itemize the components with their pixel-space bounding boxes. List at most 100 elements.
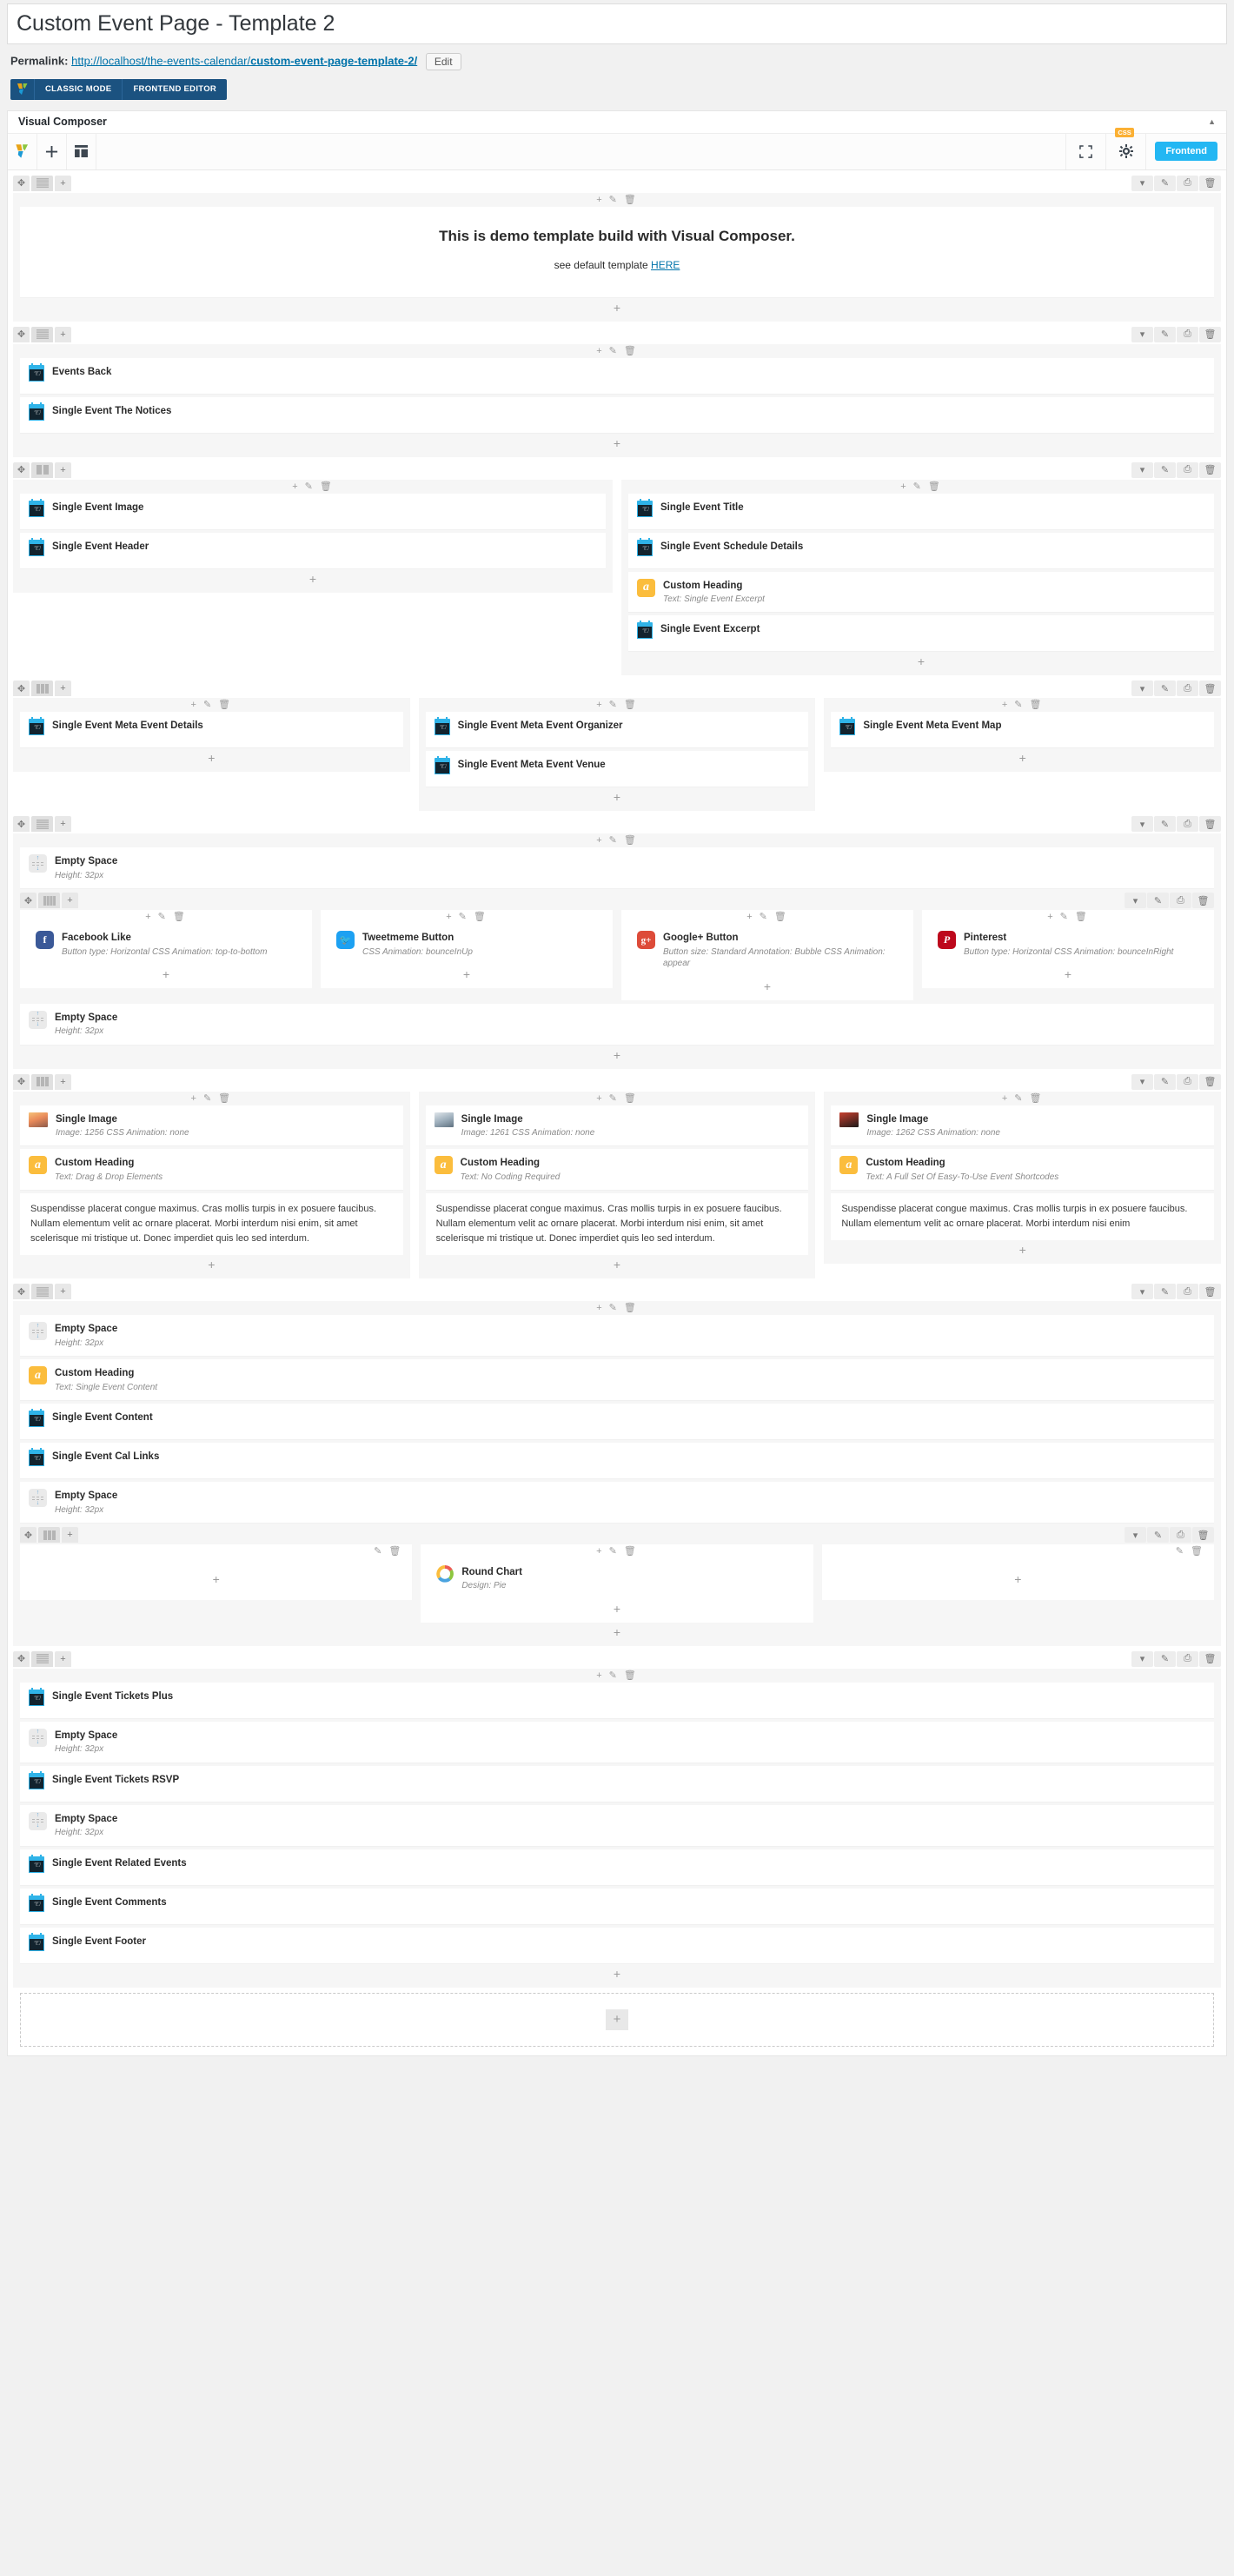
row-move-handle[interactable]: ✥: [13, 681, 30, 697]
column-delete-icon[interactable]: 🗑: [474, 910, 488, 924]
element-row[interactable]: ↑ ↓ Empty Space Height: 32px: [20, 1804, 1214, 1847]
column-edit-icon[interactable]: ✎: [374, 1544, 383, 1558]
element-row[interactable]: P Pinterest Button type: Horizontal CSS …: [929, 924, 1207, 966]
row-add-icon[interactable]: +: [55, 175, 71, 191]
row-layout-icon[interactable]: [31, 461, 53, 478]
column-delete-icon[interactable]: 🗑: [774, 910, 788, 924]
inner-row-delete-icon[interactable]: 🗑: [1192, 1527, 1214, 1544]
column-tools[interactable]: + ✎ 🗑: [831, 698, 1214, 712]
row-delete-icon[interactable]: 🗑: [1199, 1284, 1221, 1300]
element-row[interactable]: ☜ Single Event Meta Event Details: [20, 712, 403, 749]
row-layout-icon[interactable]: [31, 326, 53, 342]
column-delete-icon[interactable]: 🗑: [624, 1301, 638, 1315]
column-delete-icon[interactable]: 🗑: [624, 833, 638, 847]
collapse-panel-icon[interactable]: ▲: [1208, 117, 1216, 126]
row-copy-icon[interactable]: ⎙: [1177, 1284, 1198, 1300]
row-caret-icon[interactable]: ▾: [1131, 1650, 1153, 1667]
column-edit-icon[interactable]: ✎: [1014, 698, 1024, 712]
column-delete-icon[interactable]: 🗑: [624, 193, 638, 207]
element-row[interactable]: ☜ Single Event Excerpt: [628, 615, 1214, 653]
text-block-element[interactable]: Suspendisse placerat congue maximus. Cra…: [425, 1193, 809, 1256]
column-edit-icon[interactable]: ✎: [1176, 1544, 1185, 1558]
fullscreen-icon[interactable]: [1066, 133, 1107, 169]
add-element-in-column[interactable]: +: [20, 1964, 1214, 1981]
add-element-in-column[interactable]: +: [929, 965, 1207, 981]
element-row[interactable]: ☜ Single Event Tickets RSVP: [20, 1765, 1214, 1803]
element-row[interactable]: Single Image Image: 1262 CSS Animation: …: [831, 1105, 1215, 1147]
column-edit-icon[interactable]: ✎: [913, 480, 923, 494]
row-copy-icon[interactable]: ⎙: [1177, 816, 1198, 833]
column-add-icon[interactable]: +: [596, 1301, 603, 1315]
row-caret-icon[interactable]: ▾: [1131, 175, 1153, 191]
row-edit-icon[interactable]: ✎: [1154, 326, 1176, 342]
row-delete-icon[interactable]: 🗑: [1199, 326, 1221, 342]
element-row[interactable]: g+ Google+ Button Button size: Standard …: [628, 924, 906, 977]
row-edit-icon[interactable]: ✎: [1154, 1284, 1176, 1300]
column-tools[interactable]: + ✎ 🗑: [328, 910, 606, 924]
settings-gear-icon[interactable]: CSS: [1106, 127, 1147, 169]
row-add-icon[interactable]: +: [55, 461, 71, 478]
layout-templates-icon[interactable]: [67, 133, 96, 169]
element-row[interactable]: a Custom Heading Text: No Coding Require…: [425, 1149, 809, 1192]
column-edit-icon[interactable]: ✎: [609, 1301, 619, 1315]
column-add-icon[interactable]: +: [746, 910, 753, 924]
column-edit-icon[interactable]: ✎: [609, 193, 619, 207]
element-row[interactable]: ↑ ↓ Empty Space Height: 32px: [20, 1721, 1214, 1763]
column-delete-icon[interactable]: 🗑: [1191, 1544, 1204, 1558]
element-row[interactable]: a Custom Heading Text: Drag & Drop Eleme…: [20, 1149, 403, 1192]
column-tools[interactable]: + ✎ 🗑: [426, 1092, 809, 1105]
column-delete-icon[interactable]: 🗑: [624, 1669, 638, 1683]
column-tools[interactable]: + ✎ 🗑: [20, 1301, 1214, 1315]
column-delete-icon[interactable]: 🗑: [388, 1544, 402, 1558]
element-row[interactable]: ☜ Single Event Meta Event Map: [831, 712, 1215, 749]
vc-panel-header[interactable]: Visual Composer ▲: [8, 111, 1226, 134]
element-row[interactable]: ☜ Events Back: [20, 357, 1214, 395]
element-row[interactable]: ☜ Single Event Title: [628, 493, 1214, 530]
inner-row-add-icon[interactable]: +: [62, 893, 78, 909]
row-caret-icon[interactable]: ▾: [1131, 326, 1153, 342]
column-tools[interactable]: + ✎ 🗑: [628, 910, 906, 924]
row-delete-icon[interactable]: 🗑: [1199, 175, 1221, 191]
add-element-in-column[interactable]: +: [831, 748, 1214, 765]
column-add-icon[interactable]: +: [1002, 698, 1009, 712]
column-add-icon[interactable]: +: [596, 1669, 603, 1683]
row-layout-icon[interactable]: [31, 1284, 53, 1300]
element-row[interactable]: Single Image Image: 1261 CSS Animation: …: [425, 1105, 809, 1147]
element-row[interactable]: ☜ Single Event Content: [20, 1404, 1214, 1441]
column-tools[interactable]: + ✎ 🗑: [20, 193, 1214, 207]
column-add-icon[interactable]: +: [1047, 910, 1054, 924]
column-add-icon[interactable]: +: [596, 833, 603, 847]
element-row[interactable]: ↑ ↓ Empty Space Height: 32px: [20, 1482, 1214, 1524]
add-element-in-column[interactable]: +: [20, 569, 606, 586]
add-element-in-column[interactable]: +: [20, 1046, 1214, 1062]
column-delete-icon[interactable]: 🗑: [624, 698, 638, 712]
row-add-icon[interactable]: +: [55, 326, 71, 342]
row-edit-icon[interactable]: ✎: [1154, 175, 1176, 191]
row-edit-icon[interactable]: ✎: [1154, 461, 1176, 478]
column-edit-icon[interactable]: ✎: [760, 910, 769, 924]
column-tools[interactable]: + ✎ 🗑: [628, 480, 1214, 494]
column-add-icon[interactable]: +: [191, 698, 198, 712]
column-edit-icon[interactable]: ✎: [1060, 910, 1070, 924]
column-tools[interactable]: + ✎ 🗑: [428, 1544, 806, 1558]
inner-row-move-handle[interactable]: ✥: [20, 1527, 36, 1544]
row-add-icon[interactable]: +: [55, 1073, 71, 1090]
element-row[interactable]: ☜ Single Event Related Events: [20, 1849, 1214, 1886]
column-tools[interactable]: + ✎ 🗑: [20, 344, 1214, 358]
column-tools[interactable]: + ✎ 🗑: [20, 698, 403, 712]
column-edit-icon[interactable]: ✎: [1014, 1092, 1024, 1105]
inner-row-add-icon[interactable]: +: [62, 1527, 78, 1544]
column-delete-icon[interactable]: 🗑: [173, 910, 187, 924]
frontend-button[interactable]: Frontend: [1155, 142, 1217, 161]
inner-row-edit-icon[interactable]: ✎: [1147, 893, 1169, 909]
column-tools[interactable]: ✎ 🗑: [27, 1544, 405, 1558]
inner-row-caret-icon[interactable]: ▾: [1125, 893, 1146, 909]
add-element-in-column[interactable]: +: [831, 1240, 1214, 1257]
column-delete-icon[interactable]: 🗑: [1075, 910, 1089, 924]
frontend-editor-button[interactable]: FRONTEND EDITOR: [123, 78, 228, 100]
element-row[interactable]: ☜ Single Event Cal Links: [20, 1443, 1214, 1480]
element-row[interactable]: ↑ ↓ Empty Space Height: 32px: [20, 1315, 1214, 1358]
row-move-handle[interactable]: ✥: [13, 1073, 30, 1090]
row-copy-icon[interactable]: ⎙: [1177, 681, 1198, 697]
add-element-in-column[interactable]: +: [628, 652, 1214, 668]
